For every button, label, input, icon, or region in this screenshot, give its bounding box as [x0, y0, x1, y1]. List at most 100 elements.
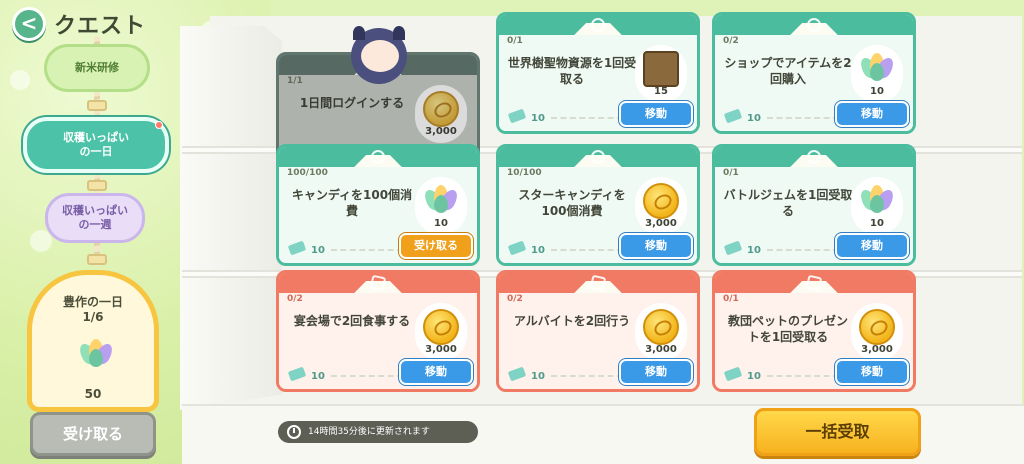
move-button[interactable]: 移動: [619, 359, 693, 385]
quest-progress: 1/1: [287, 76, 303, 86]
leaf-candy-icon: [76, 337, 116, 371]
quest-card: 100/100 キャンディを100個消費 10 10 受け取る: [276, 144, 480, 266]
tab-label: 新米研修: [75, 61, 119, 74]
coin-icon: [643, 183, 679, 219]
dashed-line: [331, 249, 403, 251]
ticket-value: 10: [531, 113, 545, 124]
tab-label: 収穫いっぱい の一日: [63, 131, 129, 158]
quest-progress: 10/100: [507, 168, 542, 178]
clip-decoration: [87, 254, 107, 265]
leaf-candy-icon: [421, 183, 461, 219]
reward-value: 10: [870, 218, 884, 229]
quest-reward: 3,000: [415, 303, 467, 361]
reward-value: 3,000: [425, 126, 457, 137]
quest-progress: 100/100: [287, 168, 328, 178]
quest-description: 1日間ログインする: [299, 96, 405, 110]
quest-description: ショップでアイテムを2回購入: [724, 56, 852, 86]
coin-icon: [423, 309, 459, 345]
quest-reward: 10: [415, 177, 467, 235]
tab-shinmai-kenshu[interactable]: 新米研修: [44, 44, 150, 92]
quest-description: キャンディを100個消費: [291, 188, 413, 218]
quest-reward: 15: [635, 45, 687, 103]
reward-value: 10: [870, 86, 884, 97]
quest-reward: 3,000: [635, 177, 687, 235]
quest-card: 0/2 アルバイトを2回行う 3,000 10 移動: [496, 270, 700, 392]
dice-icon: [589, 274, 607, 292]
quest-reward: 3,000: [635, 303, 687, 361]
quest-reward: 10: [851, 45, 903, 103]
tab-weekly-harvest[interactable]: 収穫いっぱい の一週: [45, 193, 145, 243]
claim-button[interactable]: 受け取る: [399, 233, 473, 259]
character-avatar: [345, 24, 411, 88]
ticket-value: 10: [747, 245, 761, 256]
chevron-left-icon: <: [20, 11, 38, 35]
coin-icon: [859, 309, 895, 345]
quest-reward: 3,000: [415, 85, 467, 143]
reward-value: 10: [434, 218, 448, 229]
coin-icon: [643, 309, 679, 345]
book-icon: [643, 51, 679, 87]
move-button[interactable]: 移動: [399, 359, 473, 385]
notification-badge: [155, 121, 163, 129]
dashed-line: [767, 375, 839, 377]
claim-daily-button[interactable]: 受け取る: [30, 412, 156, 456]
tab-daily-harvest[interactable]: 収穫いっぱい の一日: [23, 117, 169, 173]
reward-value: 3,000: [425, 344, 457, 355]
dashed-line: [551, 375, 623, 377]
leaf-candy-icon: [857, 183, 897, 219]
quest-card: 10/100 スターキャンディを100個消費 3,000 10 移動: [496, 144, 700, 266]
daily-reward-card: 豊作の一日 1/6 50: [27, 270, 159, 412]
quest-description: 教団ペットのプレゼントを1回受取る: [727, 314, 848, 344]
reward-amount: 50: [84, 387, 102, 401]
reward-value: 3,000: [861, 344, 893, 355]
back-button[interactable]: <: [12, 7, 46, 41]
timer-text: 14時間35分後に更新されます: [308, 427, 430, 437]
dice-icon: [369, 274, 387, 292]
ticket-value: 10: [531, 245, 545, 256]
sun-icon: [591, 150, 605, 164]
quest-card: 0/2 宴会場で2回食事する 3,000 10 移動: [276, 270, 480, 392]
reward-value: 3,000: [645, 218, 677, 229]
move-button[interactable]: 移動: [835, 359, 909, 385]
move-button[interactable]: 移動: [835, 233, 909, 259]
move-button[interactable]: 移動: [835, 101, 909, 127]
clip-decoration: [87, 180, 107, 191]
quest-progress: 0/2: [507, 294, 523, 304]
dice-icon: [805, 274, 823, 292]
quest-card: 0/2 ショップでアイテムを2回購入 10 10 移動: [712, 12, 916, 134]
dashed-line: [331, 375, 403, 377]
dashed-line: [767, 117, 839, 119]
quest-progress: 0/1: [507, 36, 523, 46]
sun-icon: [807, 150, 821, 164]
dashed-line: [767, 249, 839, 251]
quest-description: 宴会場で2回食事する: [293, 314, 411, 328]
quest-description: スターキャンディを100個消費: [518, 188, 626, 218]
quest-progress: 0/1: [723, 294, 739, 304]
reward-progress: 1/6: [82, 310, 104, 324]
page-title: クエスト: [54, 14, 147, 39]
clock-icon: [287, 425, 301, 439]
quest-reward: 10: [851, 177, 903, 235]
dashed-line: [551, 249, 623, 251]
quest-card: 0/1 バトルジェムを1回受取る 10 10 移動: [712, 144, 916, 266]
reward-title: 豊作の一日: [62, 295, 123, 309]
reward-value: 3,000: [645, 344, 677, 355]
ticket-value: 10: [747, 371, 761, 382]
quest-card: 0/1 世界樹聖物資源を1回受取る 15 10 移動: [496, 12, 700, 134]
move-button[interactable]: 移動: [619, 233, 693, 259]
move-button[interactable]: 移動: [619, 101, 693, 127]
quest-card: 0/1 教団ペットのプレゼントを1回受取る 3,000 10 移動: [712, 270, 916, 392]
sun-icon: [807, 18, 821, 32]
clip-decoration: [87, 100, 107, 111]
coin-icon: [423, 91, 459, 127]
leaf-candy-icon: [857, 51, 897, 87]
refresh-timer: 14時間35分後に更新されます: [278, 421, 478, 443]
shelf-side-panel: [180, 26, 282, 410]
claim-all-button[interactable]: 一括受取: [754, 408, 921, 456]
sun-icon: [371, 150, 385, 164]
ticket-value: 10: [747, 113, 761, 124]
quest-progress: 0/2: [287, 294, 303, 304]
quest-description: アルバイトを2回行う: [513, 314, 631, 328]
quest-progress: 0/2: [723, 36, 739, 46]
quest-progress: 0/1: [723, 168, 739, 178]
